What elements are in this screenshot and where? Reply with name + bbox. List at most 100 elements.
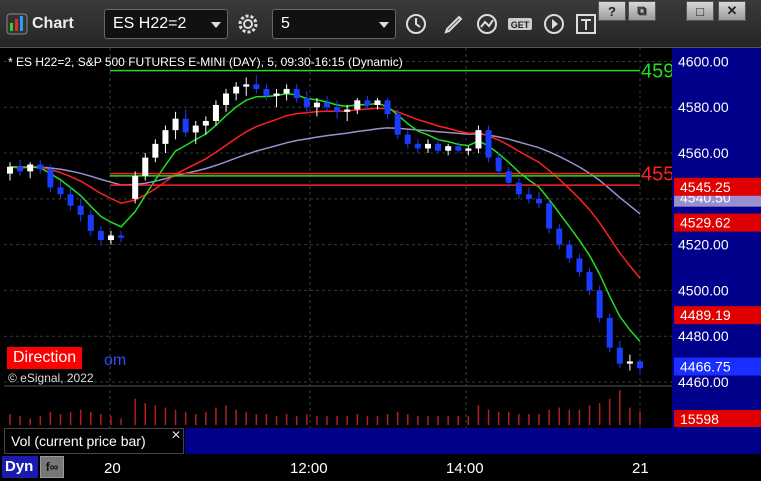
candle-body <box>263 88 270 96</box>
candle-body <box>273 93 280 96</box>
time-tick: 14:00 <box>446 460 484 477</box>
close-icon[interactable]: ✕ <box>171 428 181 442</box>
candle-body <box>354 100 361 110</box>
candle-body <box>253 84 260 89</box>
time-tick: 21 <box>632 460 649 477</box>
candle-body <box>27 164 34 172</box>
candle-body <box>384 100 391 115</box>
get-data-icon[interactable]: GET <box>506 10 534 38</box>
help-button[interactable]: ? <box>598 1 626 21</box>
candle-body <box>7 166 13 174</box>
link-button[interactable]: f∞ <box>40 456 64 478</box>
price-tick-label: 4500.00 <box>678 282 729 298</box>
candle-body <box>637 361 643 369</box>
price-tick-label: 4520.00 <box>678 237 729 253</box>
green-moving-average <box>9 92 641 342</box>
candle-body <box>107 235 114 241</box>
maximize-button[interactable]: □ <box>686 1 714 21</box>
candle-body <box>475 130 482 149</box>
candle-body <box>152 143 159 158</box>
candle-body <box>17 166 24 172</box>
app-title: Chart <box>32 15 74 32</box>
candle-body <box>57 187 64 195</box>
pencil-draw-icon[interactable] <box>440 10 468 38</box>
copyright-text: © eSignal, 2022 <box>8 371 94 385</box>
candle-body <box>404 134 411 144</box>
website-link-fragment[interactable]: om <box>104 352 126 370</box>
study-indicator-icon[interactable] <box>474 10 502 38</box>
candle-body <box>455 146 462 151</box>
dynamic-mode-label[interactable]: Dyn <box>2 456 38 478</box>
candle-body <box>515 182 522 195</box>
candle-body <box>626 361 633 364</box>
symbol-dropdown[interactable]: ES H22=2 <box>104 9 228 39</box>
price-chart[interactable]: 459455 4600.004580.004560.004540.004520.… <box>0 48 761 454</box>
candle-body <box>364 100 371 105</box>
chart-info-line: * ES H22=2, S&P 500 FUTURES E-MINI (DAY)… <box>8 55 403 69</box>
candle-body <box>485 130 492 158</box>
candle-body <box>97 230 104 241</box>
candle-body <box>132 175 139 199</box>
price-tick-label: 4460.00 <box>678 374 729 390</box>
clock-icon[interactable] <box>402 10 430 38</box>
green-level-label: 459 <box>641 61 674 83</box>
moving-averages <box>9 92 641 342</box>
candle-body <box>536 198 543 204</box>
candle-body <box>566 244 573 259</box>
interval-dropdown[interactable]: 5 <box>272 9 396 39</box>
svg-text:GET: GET <box>511 20 530 30</box>
candle-body <box>424 143 431 149</box>
candle-body <box>495 157 502 172</box>
candle-body <box>142 157 149 176</box>
candle-body <box>546 203 553 229</box>
candle-body <box>77 205 84 215</box>
settings-gear-icon[interactable] <box>234 10 262 38</box>
candle-body <box>313 102 320 108</box>
time-tick: 20 <box>104 460 121 477</box>
last-price-badge: 4466.75 <box>680 359 731 375</box>
play-replay-icon[interactable] <box>540 10 568 38</box>
candle-body <box>202 120 209 126</box>
candle-body <box>525 194 532 199</box>
candle-body <box>324 102 330 108</box>
candle-body <box>243 84 250 87</box>
toolbar: Chart ES H22=2 5 GET ? ⧉ □ ✕ <box>0 0 761 48</box>
candle-body <box>596 290 603 318</box>
volume-panel-header <box>185 428 672 454</box>
candle-body <box>616 347 623 364</box>
candle-body <box>465 148 472 151</box>
time-tick: 12:00 <box>290 460 328 477</box>
red-lower-price-badge: 4529.62 <box>680 215 731 231</box>
price-tick-label: 4580.00 <box>678 99 729 115</box>
candlesticks <box>7 75 643 373</box>
close-button[interactable]: ✕ <box>718 1 746 21</box>
horizontal-levels: 459 455 <box>110 61 674 186</box>
text-tool-icon[interactable] <box>572 10 600 38</box>
chart-logo-icon <box>6 13 28 35</box>
red-bottom-price-badge: 4489.19 <box>680 307 731 323</box>
price-tick-label: 4560.00 <box>678 145 729 161</box>
candle-body <box>303 98 310 108</box>
candle-body <box>67 194 74 206</box>
direction-label: Direction <box>7 347 83 369</box>
chart-app-label[interactable]: Chart <box>2 6 100 42</box>
red-upper-price-badge: 4545.25 <box>680 179 731 195</box>
candle-body <box>505 171 512 183</box>
candle-body <box>414 143 421 149</box>
price-tick-label: 4480.00 <box>678 328 729 344</box>
candle-body <box>87 214 94 231</box>
candle-body <box>212 104 219 121</box>
candle-body <box>162 130 169 144</box>
candle-body <box>435 143 442 151</box>
candle-body <box>576 258 583 273</box>
price-axis: 4600.004580.004560.004540.004520.004500.… <box>672 48 761 454</box>
candle-body <box>556 228 563 245</box>
volume-bars <box>9 390 641 425</box>
price-tick-label: 4600.00 <box>678 53 729 69</box>
restore-button[interactable]: ⧉ <box>628 1 656 21</box>
candle-body <box>223 93 230 105</box>
candle-body <box>283 88 290 94</box>
chevron-down-icon <box>379 22 389 28</box>
candle-body <box>394 114 401 135</box>
candle-body <box>192 125 199 133</box>
